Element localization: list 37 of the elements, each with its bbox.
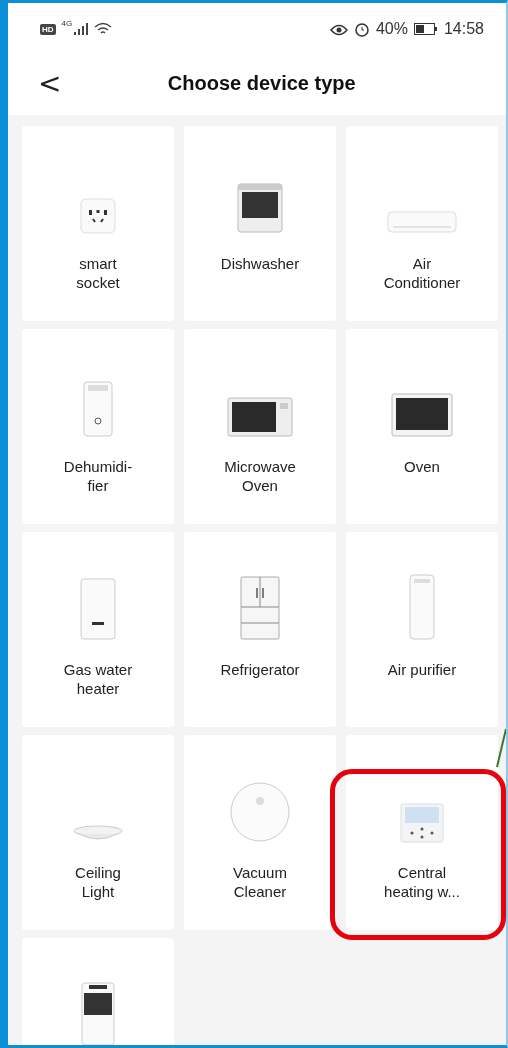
hd-badge: HD: [40, 23, 56, 35]
oven-icon: [391, 393, 453, 437]
back-button[interactable]: <: [38, 66, 62, 100]
control-panel-icon: [400, 803, 444, 843]
robot-vacuum-icon: [229, 781, 291, 843]
device-tile[interactable]: smart socket: [22, 126, 174, 321]
page-title: Choose device type: [166, 71, 357, 95]
alarm-icon: [353, 21, 370, 37]
water-heater-icon: [80, 578, 116, 640]
device-tile[interactable]: Oven: [346, 329, 498, 524]
dehumidifier-icon: [83, 381, 113, 437]
ceiling-light-icon: [73, 825, 123, 843]
battery-icon: [413, 23, 438, 35]
device-tile[interactable]: Air purifier: [346, 532, 498, 727]
annotation-line: [496, 729, 506, 769]
air-conditioner-icon: [387, 210, 457, 234]
device-tile[interactable]: Dehumidi- fier: [22, 329, 174, 524]
device-tile[interactable]: Microwave Oven: [184, 329, 336, 524]
device-tile[interactable]: Gas water heater: [22, 532, 174, 727]
device-tile[interactable]: Dishwasher: [184, 126, 336, 321]
device-tile[interactable]: Central heating w...: [346, 735, 498, 930]
device-tile[interactable]: Refrigerator: [184, 532, 336, 727]
battery-percent: 40%: [375, 20, 408, 38]
clock-time: 14:58: [443, 20, 484, 38]
device-tile[interactable]: Ceiling Light: [22, 735, 174, 930]
appliance-icon: [81, 982, 115, 1045]
signal-icon: [74, 23, 89, 35]
air-purifier-icon: [409, 574, 435, 640]
eye-icon: [329, 22, 348, 36]
dishwasher-icon: [236, 182, 284, 234]
microwave-icon: [227, 397, 293, 437]
refrigerator-icon: [240, 576, 280, 640]
network-type: 4G: [61, 19, 73, 28]
device-tile[interactable]: Vacuum Cleaner: [184, 735, 336, 930]
wifi-icon: [94, 22, 113, 36]
device-tile[interactable]: Air Conditioner: [346, 126, 498, 321]
socket-icon: [80, 198, 116, 234]
